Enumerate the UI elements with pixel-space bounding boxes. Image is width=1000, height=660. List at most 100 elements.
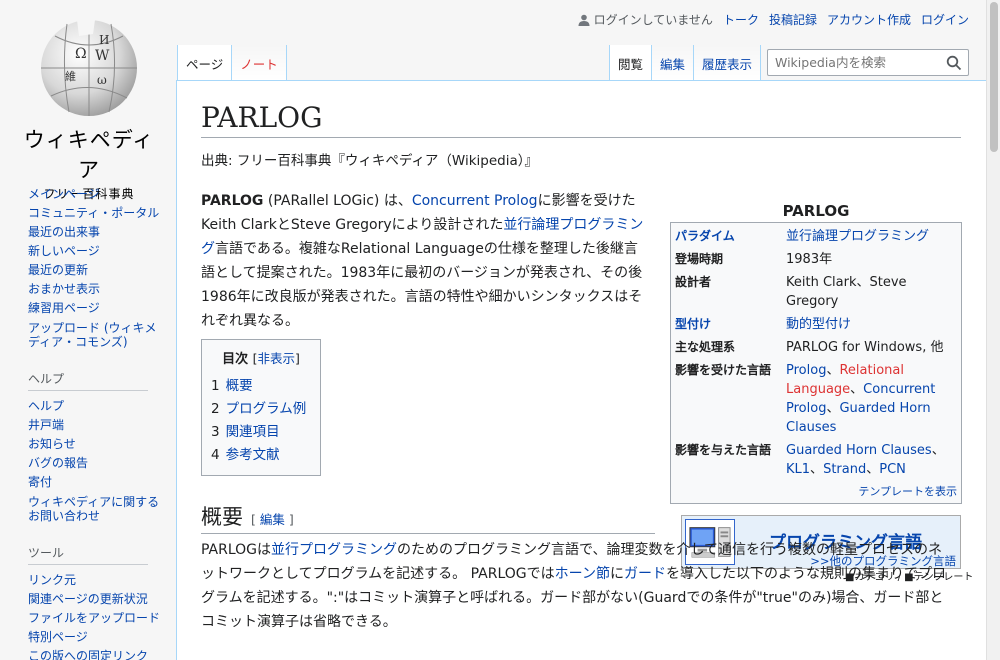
infobox-key[interactable]: パラダイム xyxy=(675,227,786,246)
sidebar-item-contact[interactable]: ウィキペディアに関するお問い合わせ xyxy=(28,492,176,525)
infobox-key: 登場時期 xyxy=(675,252,724,266)
contributions-link[interactable]: 投稿記録 xyxy=(769,11,817,28)
intro-bold-term: PARLOG xyxy=(201,193,264,209)
talk-link[interactable]: トーク xyxy=(723,11,759,28)
sidebar-item-random[interactable]: おまかせ表示 xyxy=(28,280,176,299)
infobox-key[interactable]: 型付け xyxy=(675,315,786,334)
infobox-value[interactable]: 並行論理プログラミング xyxy=(786,227,957,246)
personal-tools: ログインしていません トーク 投稿記録 アカウント作成 ログイン xyxy=(578,11,969,28)
intro-paragraph: PARLOG (PARallel LOGic) は、Concurrent Pro… xyxy=(201,189,649,333)
login-link[interactable]: ログイン xyxy=(921,11,969,28)
infobox-value[interactable]: 動的型付け xyxy=(786,315,957,334)
page-title: PARLOG xyxy=(201,101,961,138)
sidebar-heading-tools: ツール xyxy=(28,544,148,565)
link-concurrent-prolog[interactable]: Concurrent Prolog xyxy=(412,193,538,209)
search-icon[interactable] xyxy=(946,55,962,71)
link-guarded-horn-clauses-2[interactable]: Guarded Horn Clauses xyxy=(786,443,932,458)
sidebar-item-help[interactable]: ヘルプ xyxy=(28,397,176,416)
toc-toggle[interactable]: [非表示] xyxy=(253,351,300,366)
link-concurrent-programming[interactable]: 並行プログラミング xyxy=(271,542,397,558)
link-prolog[interactable]: Prolog xyxy=(786,363,826,378)
svg-text:W: W xyxy=(95,48,110,64)
tab-page[interactable]: ページ xyxy=(177,45,233,81)
page-scrollbar[interactable] xyxy=(986,0,1000,660)
sidebar-item-community-portal[interactable]: コミュニティ・ポータル xyxy=(28,204,176,223)
toc-item[interactable]: 3 関連項目 xyxy=(210,421,312,444)
tab-read[interactable]: 閲覧 xyxy=(609,45,653,81)
view-tabs: 閲覧 編集 履歴表示 xyxy=(609,45,762,81)
infobox-row-designer: 設計者 Keith Clark、Steve Gregory xyxy=(675,273,957,311)
section-heading-overview: 概要[ 編集 ] xyxy=(201,501,655,534)
infobox-caption: PARLOG xyxy=(782,202,850,220)
search-input[interactable] xyxy=(768,50,938,75)
puzzle-globe-icon: Ω W И 維 ω xyxy=(41,20,137,116)
svg-text:ω: ω xyxy=(97,73,107,87)
sidebar-item-village-pump[interactable]: 井戸端 xyxy=(28,416,176,435)
infobox-key: 影響を与えた言語 xyxy=(675,443,772,457)
sidebar-item-special-pages[interactable]: 特別ページ xyxy=(28,628,176,647)
scrollbar-thumb[interactable] xyxy=(990,2,998,152)
tab-history[interactable]: 履歴表示 xyxy=(694,45,762,81)
sidebar-item-news[interactable]: お知らせ xyxy=(28,435,176,454)
sidebar-item-related-changes[interactable]: 関連ページの更新状況 xyxy=(28,590,176,609)
overview-paragraph: PARLOGは並行プログラミングのためのプログラミング言語で、論理変数を介して通… xyxy=(201,542,946,630)
sidebar-item-upload-file[interactable]: ファイルをアップロード xyxy=(28,609,176,628)
infobox-row-paradigm: パラダイム 並行論理プログラミング xyxy=(675,227,957,246)
user-icon xyxy=(578,14,590,26)
infobox-row-influenced: 影響を与えた言語 Guarded Horn Clauses、KL1、Strand… xyxy=(675,441,957,479)
infobox-value: Guarded Horn Clauses、KL1、Strand、PCN xyxy=(786,443,945,477)
intro-text-3: 言語である。複雑なRelational Languageの仕様を整理した後継言語… xyxy=(201,241,643,329)
infobox-key: 影響を受けた言語 xyxy=(675,363,772,377)
not-logged-in-label: ログインしていません xyxy=(593,13,713,27)
infobox-key: 主な処理系 xyxy=(675,340,736,354)
toc-hide-link[interactable]: 非表示 xyxy=(258,351,296,366)
toc-title: 目次 xyxy=(222,352,249,367)
sidebar-item-new-pages[interactable]: 新しいページ xyxy=(28,242,176,261)
infobox-value: Keith Clark、Steve Gregory xyxy=(786,275,907,309)
not-logged-in: ログインしていません xyxy=(578,11,713,28)
tab-note[interactable]: ノート xyxy=(232,45,287,81)
tab-edit[interactable]: 編集 xyxy=(652,45,695,81)
sidebar: メインページ コミュニティ・ポータル 最近の出来事 新しいページ 最近の更新 お… xyxy=(0,185,176,660)
infobox-row-typing: 型付け 動的型付け xyxy=(675,315,957,334)
infobox-row-influenced-by: 影響を受けた言語 Prolog、Relational Language、Conc… xyxy=(675,361,957,437)
sidebar-item-bug-report[interactable]: バグの報告 xyxy=(28,454,176,473)
sidebar-item-what-links-here[interactable]: リンク元 xyxy=(28,571,176,590)
toc-item[interactable]: 1 概要 xyxy=(210,375,312,398)
search-box xyxy=(767,49,969,76)
toc-item[interactable]: 4 参考文献 xyxy=(210,444,312,467)
site-subtitle: 出典: フリー百科事典『ウィキペディア（Wikipedia）』 xyxy=(201,153,538,169)
sidebar-item-permanent-link[interactable]: この版への固定リンク xyxy=(28,647,176,660)
infobox-key: 設計者 xyxy=(675,275,712,289)
section-edit-link[interactable]: 編集 xyxy=(260,512,285,527)
toc-title-row: 目次 [非表示] xyxy=(210,348,312,367)
link-guard[interactable]: ガード xyxy=(624,566,666,582)
infobox-row-implementations: 主な処理系 PARLOG for Windows, 他 xyxy=(675,338,957,357)
sidebar-item-recent-changes[interactable]: 最近の更新 xyxy=(28,261,176,280)
sidebar-item-sandbox[interactable]: 練習用ページ xyxy=(28,299,176,318)
infobox-value: 1983年 xyxy=(786,252,833,267)
sidebar-heading-help: ヘルプ xyxy=(28,370,148,391)
link-horn-clause[interactable]: ホーン節 xyxy=(555,566,610,582)
create-account-link[interactable]: アカウント作成 xyxy=(827,11,911,28)
namespace-tabs: ページ ノート xyxy=(177,45,287,81)
link-strand[interactable]: Strand xyxy=(823,462,866,477)
sidebar-item-donate[interactable]: 寄付 xyxy=(28,473,176,492)
show-template-link[interactable]: テンプレートを表示 xyxy=(858,485,957,498)
svg-text:Ω: Ω xyxy=(75,46,87,62)
intro-text-1: (PARallel LOGic) は、 xyxy=(263,193,412,209)
infobox: パラダイム 並行論理プログラミング 登場時期 1983年 設計者 Keith C… xyxy=(670,222,962,504)
wikipedia-logo[interactable]: Ω W И 維 ω ウィキペディア フリー百科事典 xyxy=(22,14,156,202)
table-of-contents: 目次 [非表示] 1 概要 2 プログラム例 3 関連項目 4 参考文献 xyxy=(201,339,321,476)
sidebar-item-upload-commons[interactable]: アップロード (ウィキメディア・コモンズ) xyxy=(28,318,176,351)
content-area: PARLOG 出典: フリー百科事典『ウィキペディア（Wikipedia）』 P… xyxy=(176,80,986,660)
infobox-value: Prolog、Relational Language、Concurrent Pr… xyxy=(786,363,936,435)
sidebar-item-current-events[interactable]: 最近の出来事 xyxy=(28,223,176,242)
toc-item[interactable]: 2 プログラム例 xyxy=(210,398,312,421)
svg-text:維: 維 xyxy=(65,70,76,83)
infobox-row-appeared: 登場時期 1983年 xyxy=(675,250,957,269)
link-pcn[interactable]: PCN xyxy=(879,462,906,477)
section-edit: [ 編集 ] xyxy=(251,512,294,527)
link-kl1[interactable]: KL1 xyxy=(786,462,810,477)
sidebar-item-main-page[interactable]: メインページ xyxy=(28,185,176,204)
